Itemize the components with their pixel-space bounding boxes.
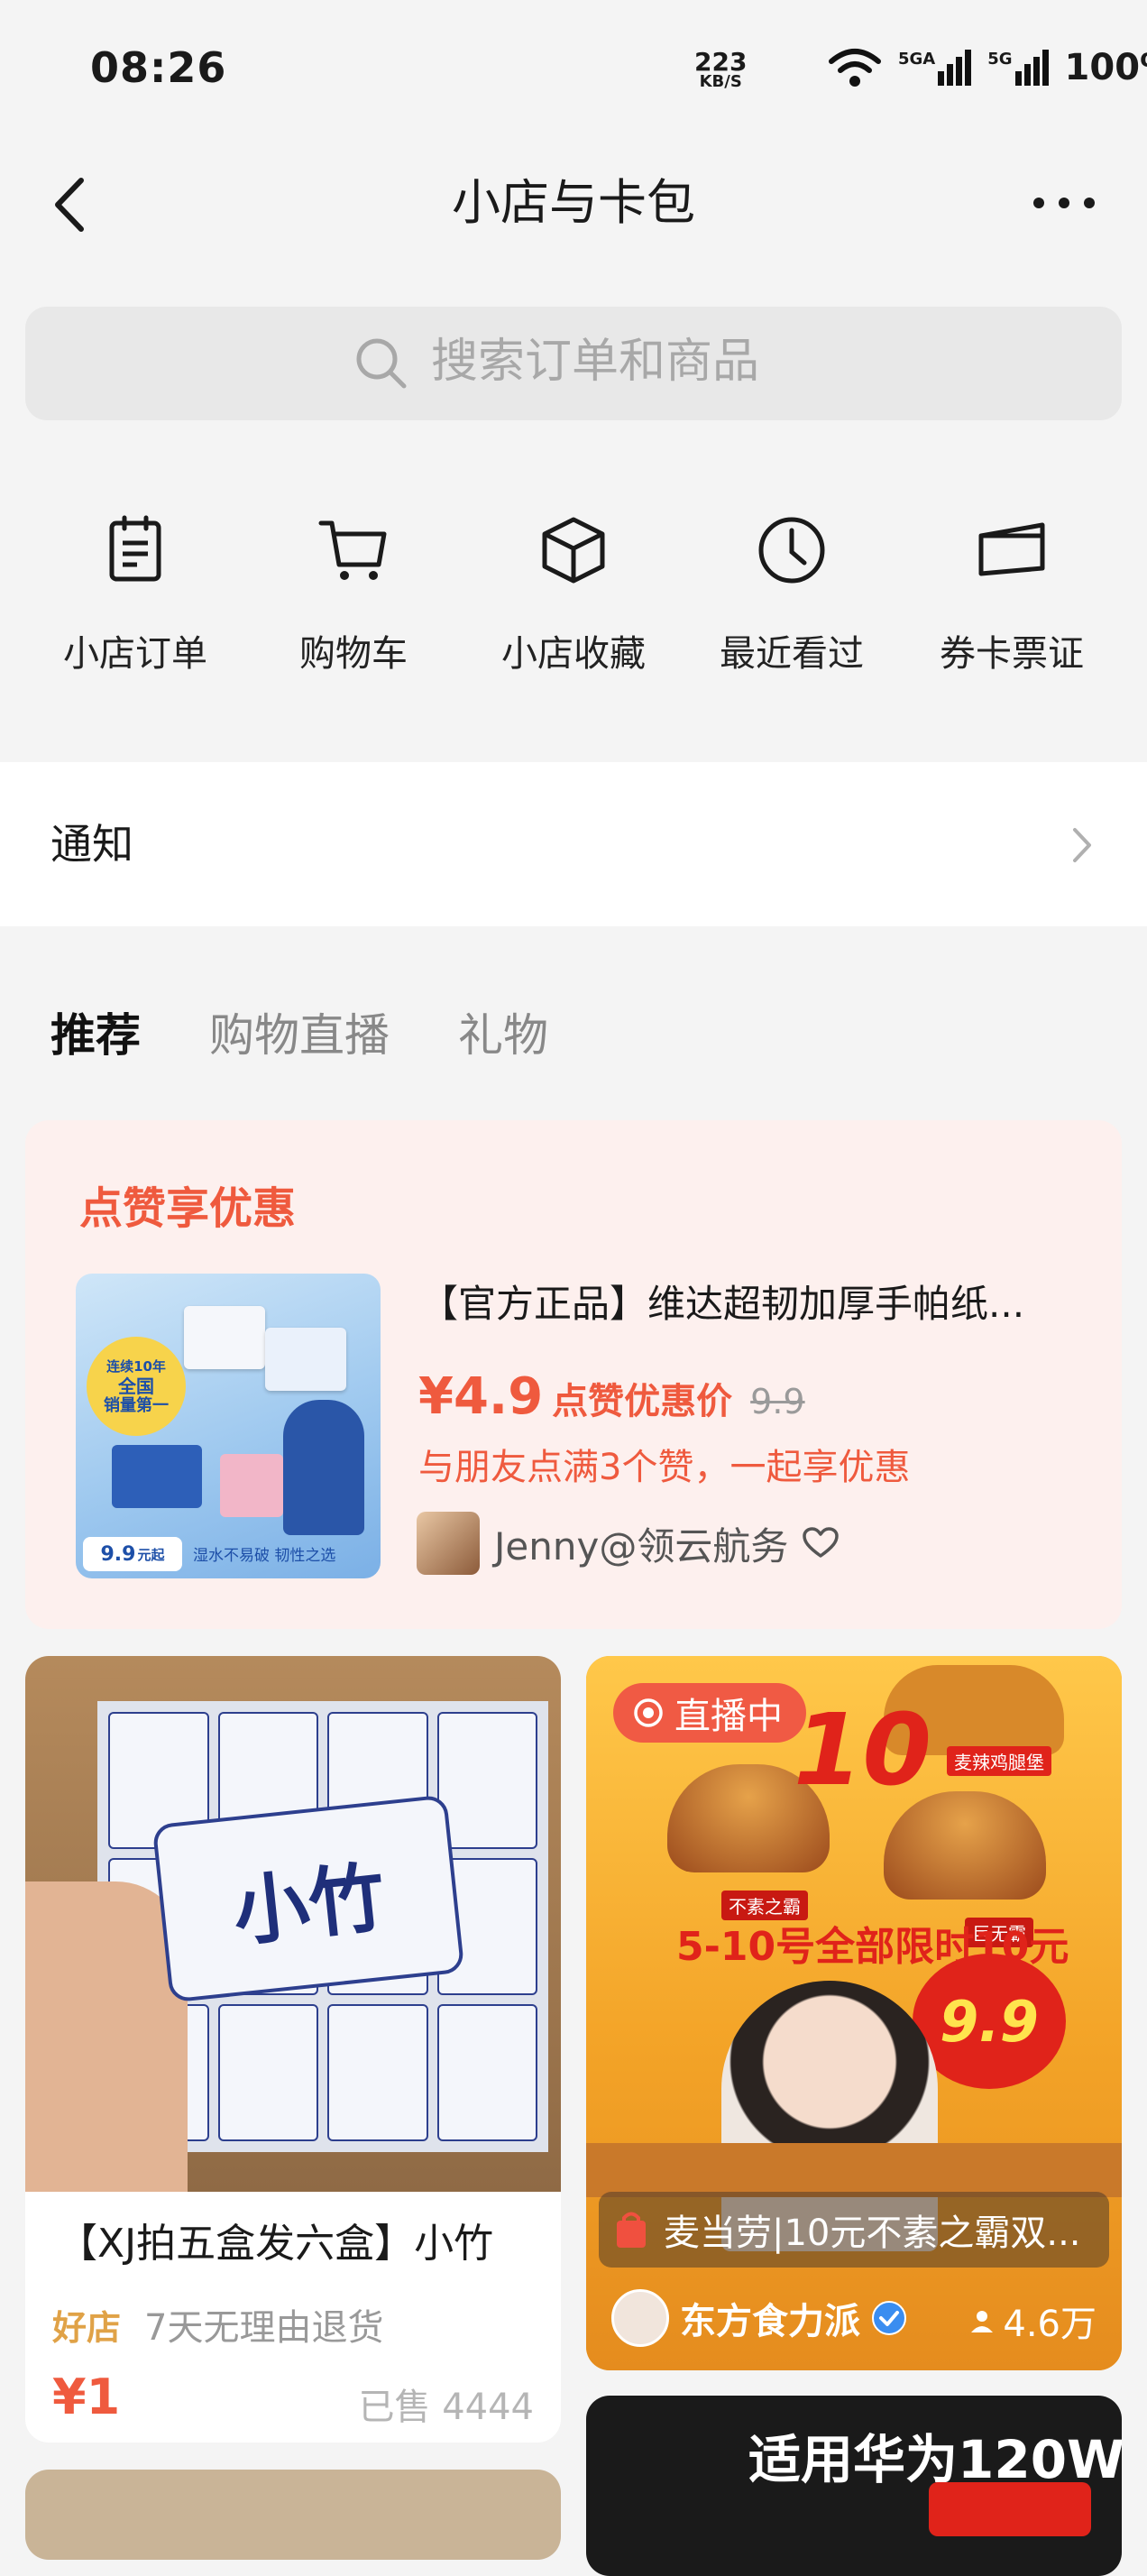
shortcut-favorites[interactable]: 小店收藏 xyxy=(465,514,682,676)
avatar xyxy=(611,2289,669,2347)
promo-title: 点赞享优惠 xyxy=(79,1183,297,1234)
product-sold-count: 已售 4444 xyxy=(358,2387,534,2428)
viewer-count: 4.6万 xyxy=(1003,2304,1097,2345)
star-price-text: 9.9 xyxy=(940,1988,1039,2055)
net-speed-value: 223 xyxy=(694,47,748,77)
live-badge-label: 直播中 xyxy=(674,1696,783,1737)
notice-row[interactable] xyxy=(0,762,1147,926)
shortcut-label: 小店收藏 xyxy=(501,633,646,675)
avatar xyxy=(417,1512,480,1575)
live-card[interactable]: 10 麦辣鸡腿堡 不素之霸 巨无霸 5-10号全部限时10元 9.9 直播中 麦… xyxy=(586,1656,1122,2370)
notice-label: 通知 xyxy=(50,820,133,869)
product-card[interactable]: 适用华为120W xyxy=(586,2396,1122,2576)
search-icon xyxy=(356,338,407,389)
order-icon xyxy=(109,515,161,582)
product-tags: 好店 7天无理由退货 xyxy=(52,2298,383,2351)
tab-shopping-live[interactable]: 购物直播 xyxy=(209,1006,390,1065)
featured-tin: 小竹 xyxy=(151,1794,465,2003)
live-product-bar[interactable]: 麦当劳|10元不素之霸双... xyxy=(599,2192,1109,2268)
product-card[interactable]: 小竹 【XJ拍五盒发六盒】小竹 好店 7天无理由退货 ¥1 已售 4444 xyxy=(25,1656,561,2443)
wifi-icon xyxy=(829,49,881,87)
more-options-icon[interactable] xyxy=(1028,185,1100,221)
status-time: 08:26 xyxy=(90,43,227,92)
burger-right xyxy=(884,1791,1046,1900)
return-policy: 7天无理由退货 xyxy=(144,2307,384,2349)
promo-image-caption: 湿水不易破 韧性之选 xyxy=(193,1547,336,1565)
promo-product-image[interactable]: 连续10年 全国 销量第一 9.9 元起 湿水不易破 韧性之选 xyxy=(76,1274,381,1578)
live-dot-icon xyxy=(634,1698,663,1727)
shortcut-label: 小店订单 xyxy=(63,633,207,675)
sales-tag-text: 全国 xyxy=(118,1375,154,1397)
product-price: ¥1 xyxy=(52,2369,121,2425)
live-viewer-count: 4.6万 xyxy=(968,2295,1097,2347)
cart-icon xyxy=(318,520,387,580)
shortcut-cards[interactable]: 券卡票证 xyxy=(904,514,1120,676)
live-host-name: 东方食力派 xyxy=(680,2301,860,2342)
promo-original-price: 9.9 xyxy=(750,1382,805,1421)
tab-recommend[interactable]: 推荐 xyxy=(50,1006,141,1065)
shopping-bag-icon xyxy=(617,2212,646,2248)
shortcut-orders[interactable]: 小店订单 xyxy=(27,514,243,676)
tissue-pack xyxy=(265,1328,346,1391)
live-title: 麦当劳|10元不素之霸双... xyxy=(664,2213,1081,2254)
viewer-icon xyxy=(971,2311,994,2332)
product-name[interactable]: 【XJ拍五盒发六盒】小竹 xyxy=(58,2215,561,2273)
live-host-row[interactable]: 东方食力派 xyxy=(611,2289,907,2347)
tissue-pack xyxy=(112,1445,202,1508)
promo-product-name[interactable]: 【官方正品】维达超韧加厚手帕纸... xyxy=(420,1275,1069,1333)
sales-tag-text: 销量第一 xyxy=(104,1396,169,1415)
signal-sim1-icon: 5GA xyxy=(898,50,972,86)
product-image[interactable]: 小竹 xyxy=(25,1656,561,2192)
tab-gifts[interactable]: 礼物 xyxy=(458,1006,548,1065)
tin-brand-text: 小竹 xyxy=(229,1852,390,1956)
promo-price-label: 点赞优惠价 xyxy=(552,1381,733,1422)
product-card[interactable] xyxy=(25,2470,561,2560)
back-arrow-icon[interactable] xyxy=(45,173,99,236)
chevron-right-icon xyxy=(1073,828,1091,862)
search-placeholder[interactable]: 搜索订单和商品 xyxy=(431,330,759,393)
tissue-pack xyxy=(184,1306,265,1369)
signal-sim2-icon: 5G xyxy=(987,50,1049,86)
status-icons: 5GA 5G 100% xyxy=(828,47,1147,88)
promo-price-row: ¥4.9 点赞优惠价 9.9 xyxy=(418,1367,805,1426)
spokesperson xyxy=(283,1400,364,1535)
shortcut-label: 最近看过 xyxy=(720,633,864,675)
sim2-label: 5G xyxy=(987,50,1013,69)
net-speed-unit: KB/S xyxy=(699,72,742,91)
live-badge: 直播中 xyxy=(613,1683,806,1743)
badge-price: 9.9 xyxy=(100,1542,136,1566)
page-title: 小店与卡包 xyxy=(452,174,695,231)
banner-accent xyxy=(929,2482,1091,2536)
price-badge: 9.9 元起 xyxy=(83,1537,182,1571)
sales-tag-text: 连续10年 xyxy=(106,1358,166,1375)
food-tray xyxy=(586,2143,1122,2197)
tissue-pack xyxy=(220,1454,283,1517)
shortcut-label: 购物车 xyxy=(299,633,408,675)
label-top: 麦辣鸡腿堡 xyxy=(947,1746,1051,1776)
badge-unit: 元起 xyxy=(137,1546,165,1563)
promo-username: Jenny@领云航务 xyxy=(494,1523,789,1569)
price-ten: 10 xyxy=(794,1692,932,1808)
clock-icon xyxy=(758,517,825,584)
verified-icon xyxy=(872,2301,906,2335)
sim1-label: 5GA xyxy=(898,50,936,69)
shortcut-cart[interactable]: 购物车 xyxy=(245,514,462,676)
net-speed: 223 KB/S xyxy=(694,47,748,91)
good-shop-tag: 好店 xyxy=(52,2307,122,2348)
battery-level: 100% xyxy=(1064,47,1147,88)
promo-description: 与朋友点满3个赞，一起享优惠 xyxy=(418,1447,911,1488)
box-icon xyxy=(542,517,605,584)
shortcut-label: 券卡票证 xyxy=(940,633,1084,675)
shortcut-recent[interactable]: 最近看过 xyxy=(684,514,900,676)
promo-price: ¥4.9 xyxy=(418,1367,544,1426)
heart-icon[interactable] xyxy=(803,1527,840,1559)
sales-rank-badge: 连续10年 全国 销量第一 xyxy=(87,1337,186,1436)
promo-user-row[interactable]: Jenny@领云航务 xyxy=(417,1512,840,1575)
card-icon xyxy=(978,522,1045,576)
